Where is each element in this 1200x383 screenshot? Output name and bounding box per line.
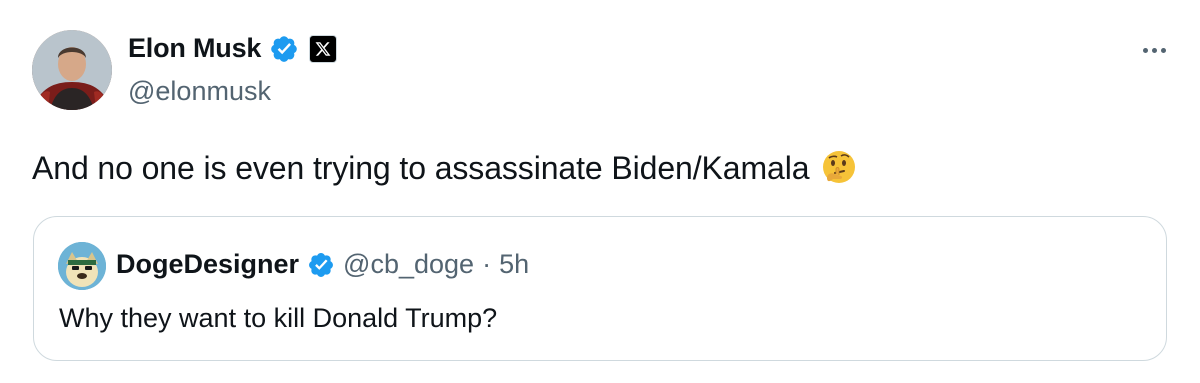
dot bbox=[1143, 47, 1148, 53]
author-avatar[interactable] bbox=[32, 30, 112, 110]
quoted-handle[interactable]: @cb_doge bbox=[343, 249, 474, 280]
tweet-body: And no one is even trying to assassinate… bbox=[32, 148, 859, 188]
quoted-text: Why they want to kill Donald Trump? bbox=[59, 303, 498, 333]
verified-badge-icon bbox=[307, 251, 335, 279]
verified-badge-icon[interactable] bbox=[269, 34, 299, 64]
tweet-text: And no one is even trying to assassinate… bbox=[32, 149, 810, 186]
quoted-author-avatar[interactable] bbox=[58, 242, 106, 290]
author-name-row: Elon Musk bbox=[128, 33, 338, 64]
quoted-author-avatar-image bbox=[58, 242, 106, 290]
author-display-name[interactable]: Elon Musk bbox=[128, 33, 261, 64]
quoted-timestamp[interactable]: 5h bbox=[499, 249, 529, 280]
x-logo-icon[interactable] bbox=[309, 34, 338, 63]
dot bbox=[1152, 47, 1157, 53]
author-avatar-image bbox=[32, 30, 112, 110]
quoted-header: DogeDesigner @cb_doge · 5h bbox=[116, 249, 529, 280]
quoted-tweet[interactable]: DogeDesigner @cb_doge · 5h Why they want… bbox=[33, 216, 1167, 361]
more-options-icon[interactable] bbox=[1143, 40, 1166, 60]
separator-dot: · bbox=[482, 249, 492, 279]
thinking-face-emoji bbox=[819, 148, 859, 188]
quoted-display-name[interactable]: DogeDesigner bbox=[116, 249, 299, 280]
tweet-card: Elon Musk @elonmusk And no one is even t… bbox=[0, 0, 1200, 383]
dot bbox=[1161, 47, 1166, 53]
author-handle[interactable]: @elonmusk bbox=[128, 76, 271, 107]
